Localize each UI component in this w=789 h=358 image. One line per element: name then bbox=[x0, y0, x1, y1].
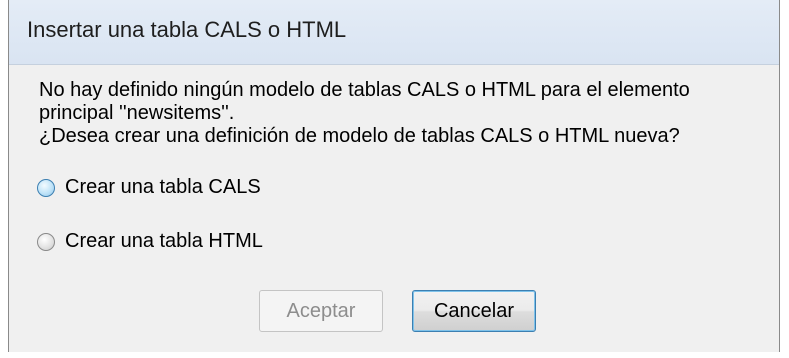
radio-option-html[interactable]: Crear una tabla HTML bbox=[37, 230, 263, 253]
insert-table-dialog: Insertar una tabla CALS o HTML No hay de… bbox=[8, 0, 780, 352]
radio-button-html[interactable] bbox=[37, 232, 55, 251]
cancel-button[interactable]: Cancelar bbox=[412, 290, 536, 332]
dialog-title: Insertar una tabla CALS o HTML bbox=[27, 17, 347, 42]
dialog-titlebar[interactable]: Insertar una tabla CALS o HTML bbox=[9, 0, 779, 65]
accept-button[interactable]: Aceptar bbox=[259, 290, 383, 332]
radio-label-html[interactable]: Crear una tabla HTML bbox=[65, 230, 263, 253]
radio-label-cals[interactable]: Crear una tabla CALS bbox=[65, 176, 261, 199]
dialog-body: No hay definido ningún modelo de tablas … bbox=[9, 65, 779, 352]
message-line-3: ¿Desea crear una definición de modelo de… bbox=[39, 125, 680, 147]
dialog-message: No hay definido ningún modelo de tablas … bbox=[39, 79, 759, 148]
message-line-2: principal ''newsitems''. bbox=[39, 102, 235, 124]
message-line-1: No hay definido ningún modelo de tablas … bbox=[39, 79, 690, 101]
radio-button-cals[interactable] bbox=[37, 178, 55, 197]
radio-option-cals[interactable]: Crear una tabla CALS bbox=[37, 176, 261, 199]
